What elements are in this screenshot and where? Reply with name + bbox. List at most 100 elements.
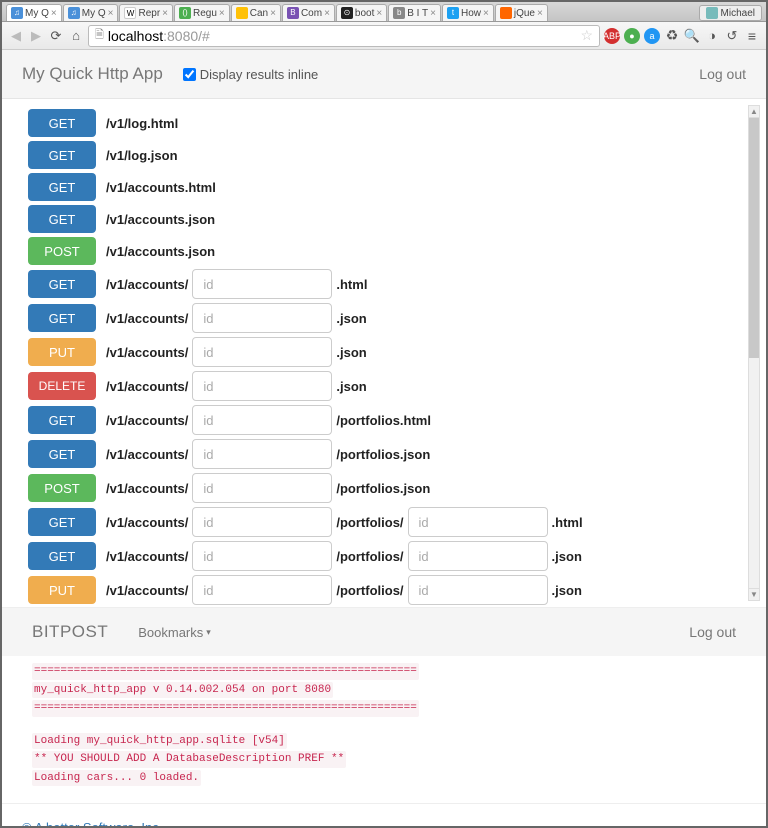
get-button[interactable]: GET	[28, 406, 96, 434]
id-input[interactable]	[192, 473, 332, 503]
url-bar[interactable]: 🗎 localhost:8080/# ☆	[88, 25, 600, 47]
bookmark-star-icon[interactable]: ☆	[580, 27, 593, 44]
logout-link[interactable]: Log out	[699, 66, 746, 82]
api-path: /v1/accounts//portfolios/.json	[106, 541, 582, 571]
path-segment: /v1/accounts.html	[106, 180, 216, 195]
close-icon[interactable]: ×	[430, 8, 436, 19]
id-input[interactable]	[192, 575, 332, 605]
api-row: GET/v1/accounts//portfolios.json	[28, 439, 740, 469]
close-icon[interactable]: ×	[219, 8, 225, 19]
favicon-icon: ()	[179, 7, 191, 19]
history-icon[interactable]: ↺	[724, 28, 740, 44]
api-path: /v1/accounts.html	[106, 180, 216, 195]
api-path: /v1/log.html	[106, 116, 178, 131]
delete-button[interactable]: DELETE	[28, 372, 96, 400]
close-icon[interactable]: ×	[483, 8, 489, 19]
api-row: DELETE/v1/accounts/.json	[28, 371, 740, 401]
extension-icon[interactable]: ●	[624, 28, 640, 44]
display-inline-checkbox[interactable]: Display results inline	[183, 67, 319, 82]
browser-tab[interactable]: ()Regu×	[174, 4, 230, 21]
search-icon[interactable]: 🔍	[684, 28, 700, 44]
back-icon[interactable]: ◀	[8, 28, 24, 44]
close-icon[interactable]: ×	[376, 8, 382, 19]
adblock-icon[interactable]: ABP	[604, 28, 620, 44]
console-title: BITPOST	[32, 622, 108, 642]
browser-tab[interactable]: BCom×	[282, 4, 335, 21]
tab-label: Repr	[138, 8, 160, 19]
id-input[interactable]	[192, 439, 332, 469]
get-button[interactable]: GET	[28, 542, 96, 570]
scroll-down-icon[interactable]: ▼	[749, 588, 759, 600]
display-inline-checkbox-input[interactable]	[183, 68, 196, 81]
favicon-icon: B	[287, 7, 299, 19]
post-button[interactable]: POST	[28, 474, 96, 502]
id-input[interactable]	[192, 303, 332, 333]
close-icon[interactable]: ×	[324, 8, 330, 19]
shield-icon[interactable]: ◑	[704, 28, 720, 44]
api-row: GET/v1/log.html	[28, 109, 740, 137]
path-segment: /v1/accounts/	[106, 277, 188, 292]
scrollbar[interactable]: ▲ ▼	[748, 105, 760, 601]
browser-tab[interactable]: WRepr×	[119, 4, 173, 21]
close-icon[interactable]: ×	[537, 8, 543, 19]
extension-icon[interactable]: a	[644, 28, 660, 44]
id-input[interactable]	[192, 269, 332, 299]
path-segment: /v1/log.html	[106, 116, 178, 131]
id-input[interactable]	[408, 541, 548, 571]
id-input[interactable]	[192, 371, 332, 401]
id-input[interactable]	[192, 507, 332, 537]
path-segment: /v1/accounts/	[106, 583, 188, 598]
get-button[interactable]: GET	[28, 205, 96, 233]
reload-icon[interactable]: ⟳	[48, 28, 64, 44]
browser-tab[interactable]: ⊙boot×	[336, 4, 387, 21]
path-segment: /v1/accounts.json	[106, 212, 215, 227]
scroll-up-icon[interactable]: ▲	[749, 106, 759, 118]
get-button[interactable]: GET	[28, 173, 96, 201]
api-path: /v1/accounts/.html	[106, 269, 367, 299]
avatar-icon	[706, 7, 718, 19]
browser-tab[interactable]: ♫My Q×	[6, 4, 62, 21]
get-button[interactable]: GET	[28, 141, 96, 169]
get-button[interactable]: GET	[28, 270, 96, 298]
browser-tab[interactable]: Can×	[231, 4, 281, 21]
favicon-icon: ⊙	[341, 7, 353, 19]
browser-tab[interactable]: tHow×	[442, 4, 494, 21]
get-button[interactable]: GET	[28, 109, 96, 137]
put-button[interactable]: PUT	[28, 576, 96, 604]
tab-label: B I T	[407, 8, 428, 19]
favicon-icon: b	[393, 7, 405, 19]
id-input[interactable]	[408, 575, 548, 605]
post-button[interactable]: POST	[28, 237, 96, 265]
get-button[interactable]: GET	[28, 440, 96, 468]
api-path: /v1/accounts//portfolios.json	[106, 439, 430, 469]
home-icon[interactable]: ⌂	[68, 28, 84, 44]
id-input[interactable]	[408, 507, 548, 537]
close-icon[interactable]: ×	[51, 8, 57, 19]
id-input[interactable]	[192, 337, 332, 367]
recycle-icon[interactable]: ♻	[664, 28, 680, 44]
favicon-icon: ♫	[11, 7, 23, 19]
scroll-thumb[interactable]	[749, 118, 759, 358]
browser-tab[interactable]: jQue×	[495, 4, 548, 21]
path-segment: /v1/accounts/	[106, 447, 188, 462]
footer-link[interactable]: © A better Software, Inc.	[22, 820, 162, 826]
get-button[interactable]: GET	[28, 508, 96, 536]
console-line: Loading my_quick_http_app.sqlite [v54]	[32, 733, 287, 750]
id-input[interactable]	[192, 541, 332, 571]
browser-tab[interactable]: ♫My Q×	[63, 4, 119, 21]
id-input[interactable]	[192, 405, 332, 435]
console-logout-link[interactable]: Log out	[689, 624, 736, 640]
get-button[interactable]: GET	[28, 304, 96, 332]
bookmarks-dropdown[interactable]: Bookmarks▾	[138, 625, 211, 640]
put-button[interactable]: PUT	[28, 338, 96, 366]
path-segment: /portfolios/	[336, 583, 403, 598]
close-icon[interactable]: ×	[108, 8, 114, 19]
path-segment: /v1/accounts/	[106, 345, 188, 360]
user-chip[interactable]: Michael	[699, 5, 762, 21]
api-path: /v1/accounts/.json	[106, 337, 367, 367]
close-icon[interactable]: ×	[270, 8, 276, 19]
close-icon[interactable]: ×	[162, 8, 168, 19]
browser-tab[interactable]: bB I T×	[388, 4, 441, 21]
forward-icon[interactable]: ▶	[28, 28, 44, 44]
menu-icon[interactable]: ≡	[744, 28, 760, 44]
